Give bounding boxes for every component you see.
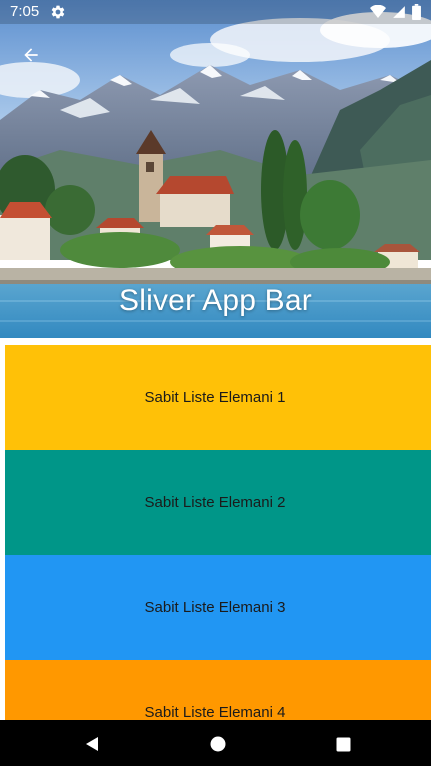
gear-icon — [51, 5, 65, 19]
back-button[interactable] — [14, 38, 48, 72]
battery-icon — [412, 4, 421, 20]
cellular-signal-icon — [393, 6, 405, 18]
sliver-app-bar: Sliver App Bar — [0, 0, 431, 342]
status-time: 7:05 — [10, 3, 40, 20]
list-item[interactable]: Sabit Liste Elemani 3 — [5, 555, 431, 660]
nav-home-button[interactable] — [206, 732, 230, 756]
status-icons — [370, 4, 421, 20]
system-navigation-bar — [0, 720, 431, 766]
home-circle-icon — [210, 736, 226, 752]
app-screen: Sliver App Bar 7:05 Sabit Liste Elemani … — [0, 0, 431, 766]
list-item-label: Sabit Liste Elemani 4 — [144, 704, 286, 721]
list-item-label: Sabit Liste Elemani 2 — [144, 494, 286, 511]
list-item[interactable]: Sabit Liste Elemani 1 — [5, 345, 431, 450]
list-item[interactable]: Sabit Liste Elemani 2 — [5, 450, 431, 555]
nav-recents-button[interactable] — [331, 732, 355, 756]
nav-back-button[interactable] — [80, 732, 104, 756]
fixed-list: Sabit Liste Elemani 1 Sabit Liste Eleman… — [5, 345, 431, 765]
wifi-icon — [370, 5, 386, 18]
back-triangle-icon — [86, 737, 98, 751]
arrow-back-icon — [24, 48, 38, 62]
status-bar: 7:05 — [0, 0, 431, 24]
recents-square-icon — [336, 737, 350, 751]
app-bar-title: Sliver App Bar — [119, 284, 312, 317]
list-item-label: Sabit Liste Elemani 1 — [144, 389, 286, 406]
list-item-label: Sabit Liste Elemani 3 — [144, 599, 286, 616]
